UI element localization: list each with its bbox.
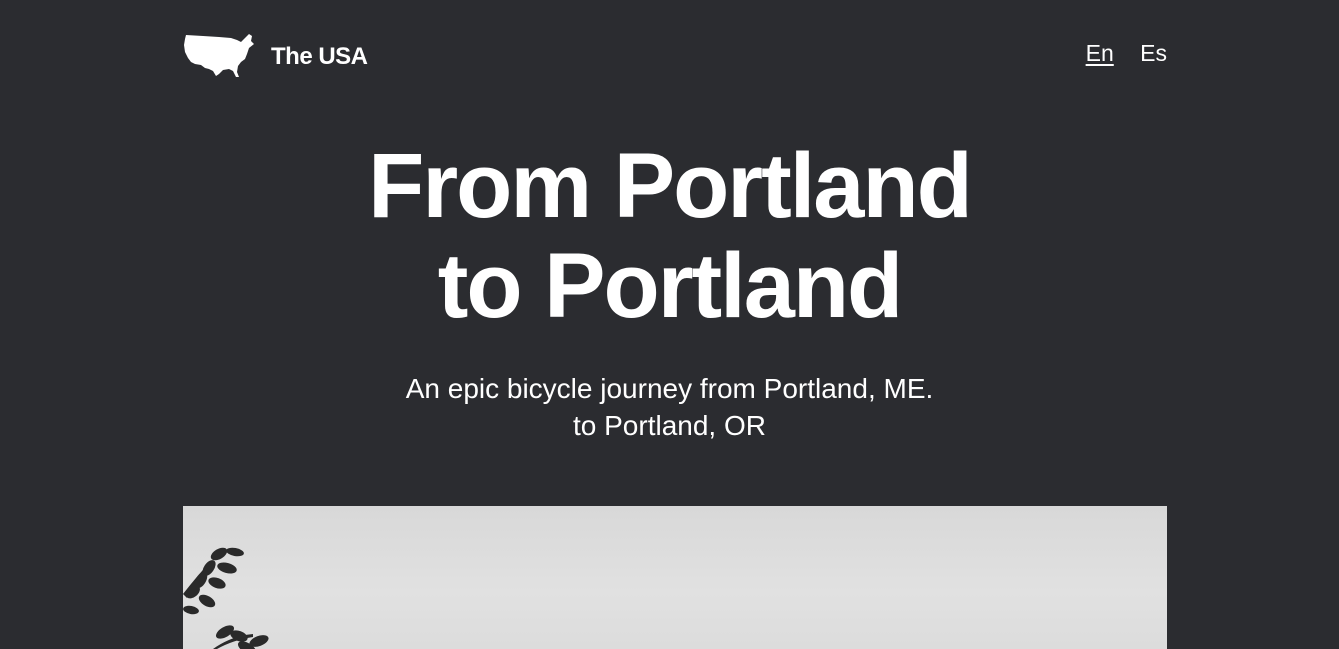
page-subtitle-line-2: to Portland, OR — [573, 410, 766, 441]
page-title: From Portland to Portland — [0, 136, 1339, 336]
page-subtitle-line-1: An epic bicycle journey from Portland, M… — [405, 373, 934, 404]
leaf-branch-silhouette — [183, 547, 269, 649]
hero-photo — [183, 506, 1167, 649]
language-en-link[interactable]: En — [1086, 40, 1114, 66]
usa-map-icon — [184, 34, 254, 77]
page-title-line-1: From Portland — [368, 135, 973, 237]
brand-name: The USA — [271, 43, 368, 70]
language-switcher: En Es — [1066, 40, 1167, 67]
page-title-line-2: to Portland — [437, 235, 904, 337]
site-header: The USA En Es — [183, 30, 1167, 80]
page-subtitle: An epic bicycle journey from Portland, M… — [0, 370, 1339, 444]
language-es-link[interactable]: Es — [1140, 40, 1167, 66]
page: The USA En Es From Portland to Portland … — [0, 0, 1339, 649]
